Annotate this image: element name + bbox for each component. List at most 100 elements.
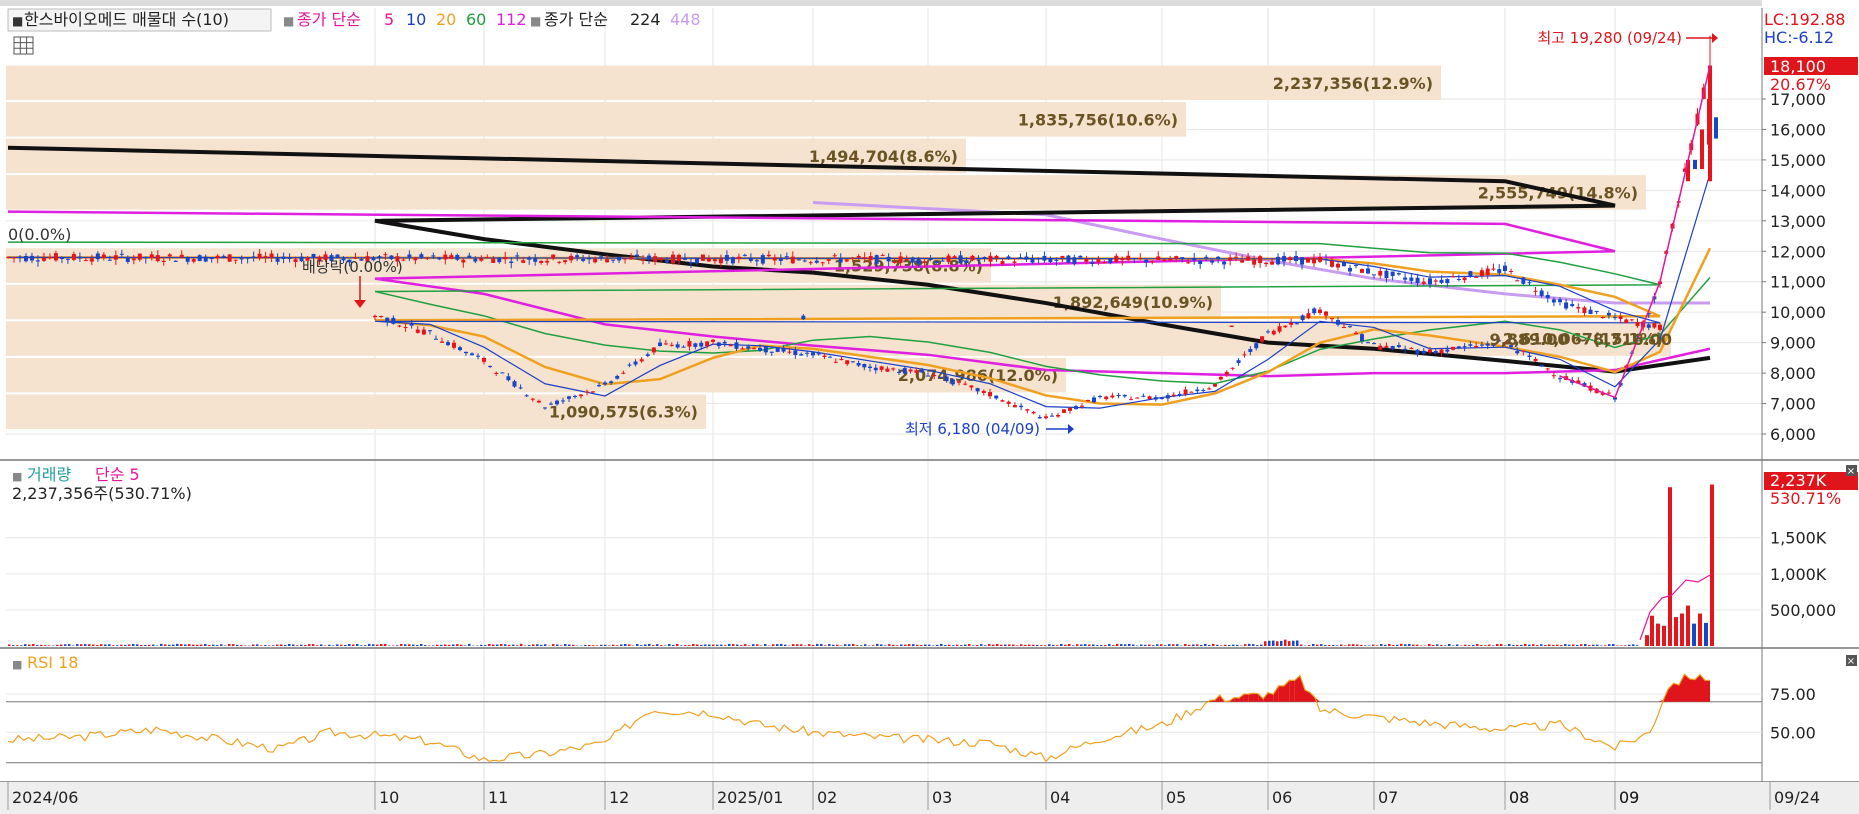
candle-body: [1439, 349, 1444, 354]
candle-body: [579, 394, 583, 397]
volume-profile-label: 1,835,756(10.6%): [1018, 110, 1178, 129]
candle-body: [1048, 258, 1053, 262]
volume-bar: [620, 644, 623, 646]
volume-bar: [400, 643, 403, 646]
volume-bar: [384, 643, 387, 646]
candle-body: [970, 255, 975, 261]
volume-bar: [168, 644, 171, 646]
volume-bar: [1544, 644, 1547, 646]
candle-body: [397, 325, 402, 327]
volume-bar: [596, 645, 599, 646]
volume-bar: [444, 644, 447, 646]
candle-body: [988, 392, 992, 397]
volume-bar: [1548, 644, 1551, 646]
volume-bar: [424, 645, 427, 646]
candle-body: [769, 351, 774, 353]
x-tick-label: 07: [1378, 788, 1398, 807]
volume-bar: [1284, 639, 1287, 646]
x-tick-label: 09/24: [1774, 788, 1820, 807]
candle-body: [415, 329, 420, 333]
candle-body: [1439, 279, 1444, 283]
volume-bar: [1492, 645, 1495, 646]
volume-bar: [188, 644, 191, 646]
rsi-overbought-fill: [1243, 693, 1249, 702]
volume-bar: [140, 644, 143, 646]
candle-body: [59, 257, 64, 260]
volume-bar: [1052, 644, 1055, 646]
candle-body: [1192, 258, 1197, 261]
candle-body: [964, 260, 969, 264]
volume-bar: [1356, 644, 1359, 646]
volume-bar: [232, 644, 235, 646]
volume-bar: [676, 643, 679, 646]
candle-body: [694, 257, 699, 264]
volume-bar: [684, 645, 687, 646]
rsi-overbought-fill: [1248, 693, 1254, 702]
candle-body: [587, 257, 592, 260]
volume-bar: [636, 643, 639, 646]
volume-bar: [1168, 644, 1171, 646]
candle-body: [1276, 256, 1281, 265]
volume-bar: [740, 645, 743, 646]
legend-ma20: 20: [436, 10, 456, 29]
volume-bar: [1080, 644, 1083, 646]
volume-bar: [1228, 644, 1231, 646]
candle-body: [758, 347, 762, 351]
candle-body: [908, 369, 913, 372]
candle-body: [1708, 65, 1712, 182]
candle-body: [816, 353, 821, 355]
volume-bar: [1044, 645, 1047, 646]
volume-bar: [196, 644, 199, 646]
candle-body: [1086, 400, 1090, 402]
volume-bar: [460, 644, 463, 646]
price-tick-label: 16,000: [1770, 120, 1826, 139]
candle-body: [754, 260, 759, 262]
volume-bar: [1000, 644, 1003, 646]
candle-body: [1294, 255, 1299, 262]
price-tick-label: 8,000: [1770, 364, 1816, 383]
candle-body: [892, 261, 897, 264]
candle-body: [1693, 159, 1697, 170]
volume-bar: [832, 644, 835, 646]
close-icon-glyph: ×: [1847, 656, 1855, 667]
candle-body: [1551, 299, 1556, 303]
volume-bar: [984, 645, 987, 646]
volume-bar: [1036, 644, 1039, 646]
candle-body: [693, 343, 698, 347]
candle-body: [1090, 261, 1095, 264]
candle-body: [6, 256, 10, 258]
candle-body: [1330, 318, 1334, 320]
candle-body: [497, 257, 502, 263]
volume-bar: [416, 645, 419, 646]
candle-body: [623, 258, 628, 260]
candle-body: [902, 368, 907, 374]
candle-body: [41, 257, 46, 261]
candle-body: [29, 255, 34, 261]
volume-bar: [696, 644, 699, 646]
volume-bar: [48, 645, 51, 646]
volume-bar: [1456, 644, 1459, 646]
legend-ma10: 10: [406, 10, 426, 29]
candle-body: [1372, 274, 1376, 276]
candle-body: [994, 395, 999, 399]
volume-bar: [1552, 644, 1555, 646]
candle-body: [567, 396, 571, 399]
candle-body: [763, 346, 768, 353]
volume-bar: [628, 644, 631, 646]
volume-bar: [1612, 644, 1615, 646]
candle-body: [790, 256, 795, 264]
candle-body: [383, 254, 388, 256]
volume-bar: [616, 645, 619, 646]
volume-bar: [1312, 643, 1315, 646]
volume-bar: [1204, 643, 1207, 646]
volume-bar: [1172, 644, 1175, 646]
volume-bar: [1096, 645, 1099, 646]
candle-body: [926, 375, 930, 377]
candle-body: [658, 342, 662, 347]
candle-body: [509, 261, 514, 263]
candle-body: [1054, 259, 1059, 261]
volume-bar: [128, 644, 131, 646]
volume-bar: [44, 645, 47, 646]
candle-body: [645, 354, 650, 357]
candle-body: [1126, 255, 1131, 261]
